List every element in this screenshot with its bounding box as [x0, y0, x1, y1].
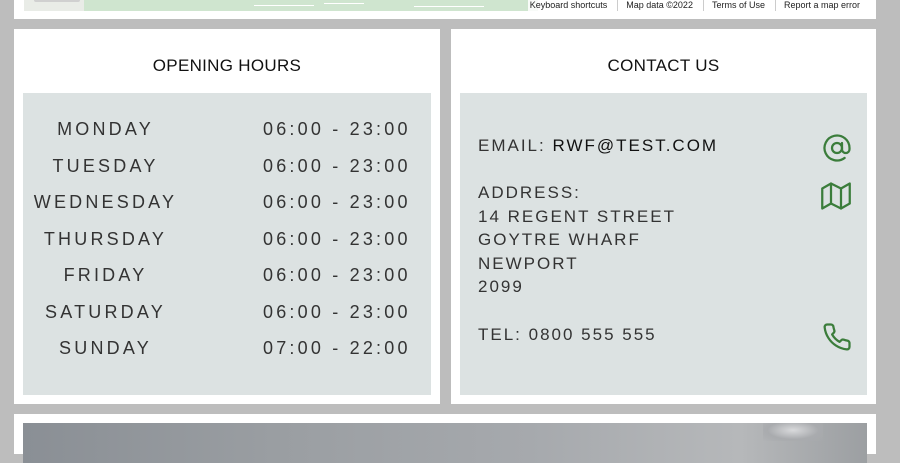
map-control-button[interactable] — [34, 0, 80, 2]
phone-icon[interactable] — [822, 322, 852, 352]
map-data-label: Map data ©2022 — [617, 0, 693, 11]
map-attribution: Keyboard shortcuts Map data ©2022 Terms … — [527, 0, 862, 11]
time-range: 06:00 - 23:00 — [263, 265, 411, 285]
contact-card: CONTACT US EMAIL: RWF@TEST.COM ADDRESS: … — [451, 29, 876, 404]
contact-title: CONTACT US — [607, 56, 720, 75]
day-label: WEDNESDAY — [33, 192, 178, 212]
time-range: 06:00 - 23:00 — [263, 228, 411, 249]
opening-hours-panel: MONDAY 06:00 - 23:00 TUESDAY 06:00 - 23:… — [23, 93, 431, 395]
day-label: FRIDAY — [63, 265, 148, 285]
map-road — [324, 3, 364, 4]
opening-hours-card: OPENING HOURS MONDAY 06:00 - 23:00 TUESD… — [14, 29, 440, 404]
hours-row: FRIDAY 06:00 - 23:00 — [23, 263, 431, 287]
at-icon[interactable] — [822, 133, 852, 163]
opening-hours-title: OPENING HOURS — [152, 56, 302, 75]
address-label: ADDRESS: — [478, 183, 581, 202]
day-label: MONDAY — [57, 119, 154, 139]
hours-row: THURSDAY 06:00 - 23:00 — [23, 227, 431, 251]
address-line: NEWPORT — [478, 253, 579, 273]
address-line: GOYTRE WHARF — [478, 230, 641, 249]
tel-line: TEL: 0800 555 555 — [478, 323, 657, 347]
hours-row: MONDAY 06:00 - 23:00 — [23, 117, 431, 141]
time-range: 07:00 - 22:00 — [263, 338, 411, 358]
time-range: 06:00 - 23:00 — [263, 192, 411, 212]
email-label: EMAIL: — [478, 136, 546, 155]
tel-label: TEL: — [478, 325, 522, 344]
terms-of-use-link[interactable]: Terms of Use — [702, 0, 765, 11]
time-range: 06:00 - 23:00 — [263, 119, 411, 139]
hours-row: WEDNESDAY 06:00 - 23:00 — [23, 190, 431, 214]
image-object — [763, 423, 823, 441]
hours-row: SATURDAY 06:00 - 23:00 — [23, 300, 431, 324]
address-block: ADDRESS: 14 REGENT STREET GOYTRE WHARF N… — [478, 181, 676, 299]
gallery-image — [23, 423, 867, 463]
day-label: TUESDAY — [52, 155, 159, 176]
email-line: EMAIL: RWF@TEST.COM — [478, 134, 718, 158]
map-icon[interactable] — [821, 181, 851, 211]
gallery-card — [14, 414, 876, 463]
hours-row: SUNDAY 07:00 - 22:00 — [23, 336, 431, 360]
address-line: 14 REGENT STREET — [478, 206, 676, 226]
map-embed[interactable]: Keyboard shortcuts Map data ©2022 Terms … — [14, 0, 876, 19]
tel-link[interactable]: 0800 555 555 — [529, 325, 657, 344]
day-label: SUNDAY — [59, 338, 152, 358]
email-link[interactable]: RWF@TEST.COM — [552, 136, 718, 155]
report-map-error-link[interactable]: Report a map error — [774, 0, 860, 11]
day-label: THURSDAY — [43, 228, 168, 249]
map-view[interactable] — [24, 0, 538, 11]
time-range: 06:00 - 23:00 — [263, 155, 411, 176]
time-range: 06:00 - 23:00 — [263, 301, 411, 322]
hours-row: TUESDAY 06:00 - 23:00 — [23, 154, 431, 178]
map-road — [254, 5, 314, 6]
address-line: 2099 — [478, 277, 524, 296]
day-label: SATURDAY — [45, 301, 166, 322]
keyboard-shortcuts-link[interactable]: Keyboard shortcuts — [530, 0, 608, 11]
contact-panel: EMAIL: RWF@TEST.COM ADDRESS: 14 REGENT S… — [460, 93, 867, 395]
map-road — [414, 6, 484, 7]
